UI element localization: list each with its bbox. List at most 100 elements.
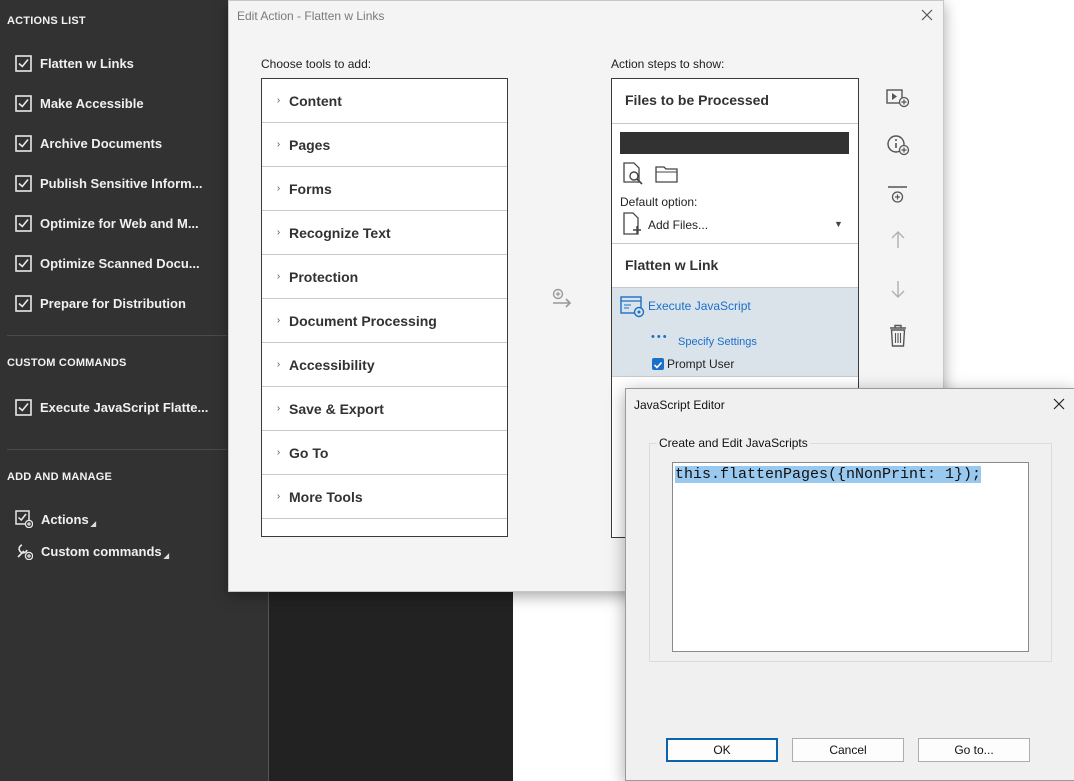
tool-category-protection[interactable]: › Protection xyxy=(262,255,507,299)
tool-category-content[interactable]: › Content xyxy=(262,79,507,123)
dropdown-arrow-icon[interactable]: ▼ xyxy=(834,219,843,229)
chevron-right-icon: › xyxy=(276,315,281,326)
go-to-button[interactable]: Go to... xyxy=(918,738,1030,762)
section-title-add-and-manage: ADD AND MANAGE xyxy=(7,471,113,483)
chevron-right-icon: › xyxy=(276,95,281,106)
add-files-dropdown-value[interactable]: Add Files... xyxy=(648,218,708,232)
checklist-add-icon xyxy=(15,510,33,528)
files-list-bar[interactable] xyxy=(620,132,849,154)
sidebar-custom-command-execute-js[interactable]: Execute JavaScript Flatte... xyxy=(15,395,208,419)
javascript-settings-icon xyxy=(620,296,645,318)
checklist-icon xyxy=(15,174,32,192)
tool-category-label: Forms xyxy=(289,180,332,197)
checklist-icon xyxy=(15,214,32,232)
move-up-icon[interactable] xyxy=(885,229,911,251)
close-icon[interactable] xyxy=(919,7,935,23)
sidebar-action-label: Optimize for Web and M... xyxy=(40,215,199,231)
checklist-icon xyxy=(15,294,32,312)
chevron-right-icon: › xyxy=(276,227,281,238)
tool-category-more-tools[interactable]: › More Tools xyxy=(262,475,507,519)
section-title-actions-list: ACTIONS LIST xyxy=(7,15,86,27)
checklist-icon xyxy=(15,398,32,416)
default-option-label: Default option: xyxy=(620,195,698,209)
sidebar-action-label: Publish Sensitive Inform... xyxy=(40,175,203,191)
sidebar-action-optimize-web[interactable]: Optimize for Web and M... xyxy=(15,211,199,235)
checklist-icon xyxy=(15,94,32,112)
specify-settings-link[interactable]: Specify Settings xyxy=(678,336,757,348)
code-line: this.flattenPages({nNonPrint: 1}); xyxy=(675,466,982,483)
add-instruction-icon[interactable] xyxy=(885,133,911,157)
tool-category-accessibility[interactable]: › Accessibility xyxy=(262,343,507,387)
dropdown-corner-icon: ◢ xyxy=(163,553,170,560)
manage-custom-commands-button[interactable]: Custom commands ◢ xyxy=(15,539,169,563)
tool-category-label: Document Processing xyxy=(289,312,437,329)
manage-actions-button[interactable]: Actions ◢ xyxy=(15,507,96,531)
action-steps-label: Action steps to show: xyxy=(611,57,725,71)
sidebar-action-make-accessible[interactable]: Make Accessible xyxy=(15,91,144,115)
dialog-title: Edit Action - Flatten w Links xyxy=(237,9,385,23)
chevron-right-icon: › xyxy=(276,447,281,458)
action-group-header: Flatten w Link xyxy=(625,257,719,273)
tool-category-label: Protection xyxy=(289,268,359,285)
chevron-right-icon: › xyxy=(276,271,281,282)
add-file-icon xyxy=(623,212,641,235)
sidebar-action-prepare-distribution[interactable]: Prepare for Distribution xyxy=(15,291,186,315)
sidebar-action-label: Optimize Scanned Docu... xyxy=(40,255,200,271)
sidebar-action-label: Make Accessible xyxy=(40,95,144,111)
wrench-add-icon xyxy=(17,544,33,560)
checklist-icon xyxy=(15,134,32,152)
tools-list: › Content › Pages › Forms › Recognize Text ›… xyxy=(261,78,508,537)
step-execute-javascript[interactable]: Execute JavaScript xyxy=(648,299,751,313)
manage-actions-label: Actions xyxy=(41,511,89,527)
tool-category-label: Go To xyxy=(289,444,329,461)
close-icon[interactable] xyxy=(1052,397,1066,411)
tool-category-label: Content xyxy=(289,92,342,109)
divider xyxy=(612,123,858,124)
chevron-right-icon: › xyxy=(276,359,281,370)
tool-category-forms[interactable]: › Forms xyxy=(262,167,507,211)
more-options-icon: ••• xyxy=(651,331,669,343)
sidebar-action-optimize-scanned[interactable]: Optimize Scanned Docu... xyxy=(15,251,200,275)
add-divider-icon[interactable] xyxy=(885,185,911,207)
sidebar-divider xyxy=(7,335,227,336)
add-panel-icon[interactable] xyxy=(885,87,911,109)
sidebar-action-archive-documents[interactable]: Archive Documents xyxy=(15,131,162,155)
tool-category-save-export[interactable]: › Save & Export xyxy=(262,387,507,431)
files-to-process-header: Files to be Processed xyxy=(625,92,769,108)
folder-icon[interactable] xyxy=(655,164,679,184)
manage-custom-commands-label: Custom commands xyxy=(41,543,162,559)
checklist-icon xyxy=(15,254,32,272)
tool-category-label: Accessibility xyxy=(289,356,375,373)
tool-category-label: More Tools xyxy=(289,488,363,505)
add-to-steps-icon[interactable] xyxy=(551,288,573,310)
tool-category-label: Save & Export xyxy=(289,400,384,417)
dropdown-corner-icon: ◢ xyxy=(90,521,97,528)
divider xyxy=(612,376,858,377)
sidebar-action-publish-sensitive[interactable]: Publish Sensitive Inform... xyxy=(15,171,203,195)
tool-category-pages[interactable]: › Pages xyxy=(262,123,507,167)
move-down-icon[interactable] xyxy=(885,278,911,300)
chevron-right-icon: › xyxy=(276,491,281,502)
sidebar-action-label: Prepare for Distribution xyxy=(40,295,186,311)
divider xyxy=(612,243,858,244)
sidebar-action-flatten-w-links[interactable]: Flatten w Links xyxy=(15,51,134,75)
javascript-editor-dialog: JavaScript Editor Create and Edit JavaSc… xyxy=(625,388,1074,781)
sidebar-action-label: Archive Documents xyxy=(40,135,163,151)
group-label: Create and Edit JavaScripts xyxy=(657,436,810,450)
chevron-right-icon: › xyxy=(276,183,281,194)
chevron-right-icon: › xyxy=(276,139,281,150)
section-title-custom-commands: CUSTOM COMMANDS xyxy=(7,357,127,369)
sidebar-divider xyxy=(7,449,227,450)
javascript-code-editor[interactable]: this.flattenPages({nNonPrint: 1}); xyxy=(672,462,1029,652)
file-search-icon[interactable] xyxy=(621,161,645,185)
sidebar-action-label: Flatten w Links xyxy=(40,55,134,71)
ok-button[interactable]: OK xyxy=(666,738,778,762)
tool-category-document-processing[interactable]: › Document Processing xyxy=(262,299,507,343)
prompt-user-checkbox[interactable] xyxy=(652,358,664,370)
trash-icon[interactable] xyxy=(885,323,911,349)
tool-category-go-to[interactable]: › Go To xyxy=(262,431,507,475)
tool-category-recognize-text[interactable]: › Recognize Text xyxy=(262,211,507,255)
cancel-button[interactable]: Cancel xyxy=(792,738,904,762)
choose-tools-label: Choose tools to add: xyxy=(261,57,372,71)
tool-category-label: Pages xyxy=(289,136,331,153)
